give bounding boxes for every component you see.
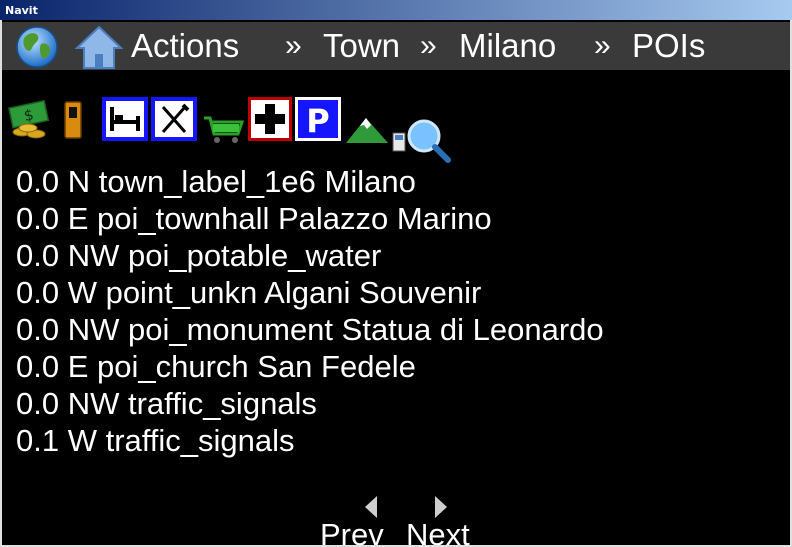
poi-result-item[interactable]: 0.0 W point_unkn Algani Souvenir [16,275,481,311]
parking-icon[interactable]: P [294,96,342,142]
svg-text:P: P [306,102,329,140]
poi-result-item[interactable]: 0.0 NW traffic_signals [16,386,317,422]
window-title: Navit [5,4,38,17]
hospital-icon[interactable] [247,96,293,142]
fuel-icon[interactable] [62,100,84,140]
poi-result-item[interactable]: 0.0 E poi_church San Fedele [16,349,416,385]
poi-result-item[interactable]: 0.1 W traffic_signals [16,423,295,459]
restaurant-icon[interactable] [150,96,198,142]
breadcrumb-town[interactable]: Town [323,28,400,64]
shopping-icon[interactable] [202,116,244,144]
hotel-icon[interactable] [101,96,149,142]
poi-result-item[interactable]: 0.0 E poi_townhall Palazzo Marino [16,201,492,237]
breadcrumb-pois[interactable]: POIs [632,28,705,64]
breadcrumb-separator: » [285,29,302,62]
navit-window: Actions » Town » Milano » POIs $ P 0.0 N… [0,20,792,547]
poi-result-item[interactable]: 0.0 N town_label_1e6 Milano [16,164,416,200]
breadcrumb-separator: » [420,29,437,62]
prev-button[interactable]: Prev [320,518,384,546]
window-titlebar: Navit [0,0,792,20]
poi-result-item[interactable]: 0.0 NW poi_monument Statua di Leonardo [16,312,604,348]
mountain-icon[interactable] [344,116,390,144]
home-icon[interactable] [74,24,124,70]
breadcrumb-actions[interactable]: Actions [131,28,239,64]
breadcrumb: Actions » Town » Milano » POIs [2,22,790,70]
breadcrumb-milano[interactable]: Milano [459,28,556,64]
search-icon[interactable] [404,116,452,164]
breadcrumb-separator: » [594,29,611,62]
money-icon[interactable]: $ [8,98,52,140]
poi-result-item[interactable]: 0.0 NW poi_potable_water [16,238,381,274]
next-button[interactable]: Next [406,518,470,546]
globe-icon[interactable] [14,24,60,70]
